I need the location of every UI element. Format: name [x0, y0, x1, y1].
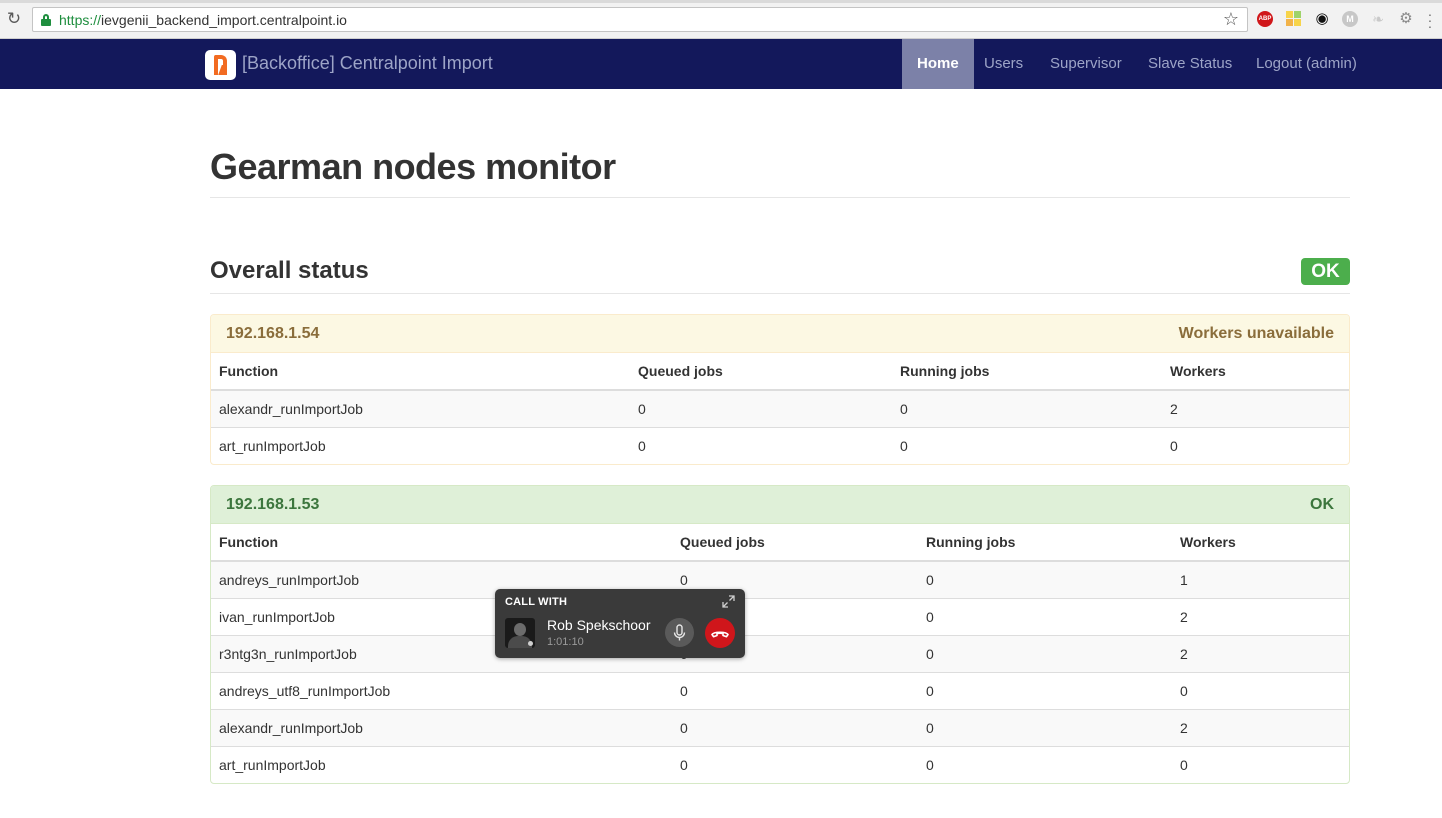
cell-queued-jobs: 0 — [672, 671, 918, 709]
address-bar[interactable]: https://ievgenii_backend_import.centralp… — [32, 7, 1248, 32]
functions-table: Function Queued jobs Running jobs Worker… — [211, 524, 1349, 783]
top-navbar: [Backoffice] Centralpoint Import Home Us… — [0, 39, 1442, 89]
lock-icon — [41, 14, 51, 26]
cell-function: art_runImportJob — [211, 745, 672, 783]
cell-running-jobs: 0 — [918, 708, 1172, 746]
gear-extension-icon[interactable]: ⚙ — [1398, 11, 1414, 27]
caller-name: Rob Spekschoor — [547, 617, 651, 633]
node-status: OK — [1310, 496, 1334, 513]
cell-function: art_runImportJob — [211, 426, 630, 464]
table-row: art_runImportJob 0 0 0 — [211, 745, 1349, 783]
cell-running-jobs: 0 — [918, 745, 1172, 783]
call-label: CALL WITH — [505, 596, 568, 608]
caller-avatar — [505, 618, 535, 648]
nav-users[interactable]: Users — [969, 39, 1038, 89]
tab-strip-edge — [0, 0, 1442, 3]
adblock-extension-icon[interactable]: ABP — [1257, 11, 1273, 27]
url-scheme: https:// — [59, 12, 102, 28]
nav-home[interactable]: Home — [902, 39, 974, 89]
overall-status-title: Overall status — [210, 257, 369, 284]
microphone-icon — [673, 624, 686, 641]
cell-workers: 0 — [1172, 671, 1349, 709]
hang-up-button[interactable] — [705, 618, 735, 648]
node-panel-heading: 192.168.1.53 OK — [211, 486, 1349, 524]
nav-slave-status[interactable]: Slave Status — [1133, 39, 1247, 89]
column-header-function: Function — [211, 524, 672, 562]
hang-up-icon — [711, 631, 729, 638]
table-row: alexandr_runImportJob 0 0 2 — [211, 390, 1349, 427]
cell-function: alexandr_runImportJob — [211, 708, 672, 746]
cell-queued-jobs: 0 — [630, 426, 892, 464]
call-duration: 1:01:10 — [547, 636, 584, 648]
cell-running-jobs: 0 — [892, 390, 1162, 427]
browser-toolbar: ↻ https://ievgenii_backend_import.centra… — [0, 0, 1442, 39]
cell-function: andreys_utf8_runImportJob — [211, 671, 672, 709]
table-row: andreys_utf8_runImportJob 0 0 0 — [211, 671, 1349, 709]
cell-queued-jobs: 0 — [672, 745, 918, 783]
cell-running-jobs: 0 — [918, 597, 1172, 635]
table-row: art_runImportJob 0 0 0 — [211, 426, 1349, 464]
leaf-extension-icon[interactable]: ❧ — [1370, 11, 1386, 27]
section-divider — [210, 293, 1350, 294]
cell-queued-jobs: 0 — [630, 390, 892, 427]
page-title: Gearman nodes monitor — [210, 146, 616, 187]
cell-workers: 0 — [1172, 745, 1349, 783]
column-header-queued-jobs: Queued jobs — [630, 353, 892, 391]
url-text[interactable]: https://ievgenii_backend_import.centralp… — [59, 12, 347, 28]
brand-name[interactable]: [Backoffice] Centralpoint Import — [242, 53, 493, 74]
m-extension-icon[interactable]: M — [1342, 11, 1358, 27]
column-header-workers: Workers — [1162, 353, 1349, 391]
node-host: 192.168.1.54 — [226, 325, 320, 342]
functions-table: Function Queued jobs Running jobs Worker… — [211, 353, 1349, 464]
node-panel-heading: 192.168.1.54 Workers unavailable — [211, 315, 1349, 353]
column-header-function: Function — [211, 353, 630, 391]
cell-workers: 2 — [1162, 390, 1349, 427]
cell-workers: 2 — [1172, 597, 1349, 635]
column-header-running-jobs: Running jobs — [892, 353, 1162, 391]
column-header-queued-jobs: Queued jobs — [672, 524, 918, 562]
cell-running-jobs: 0 — [918, 671, 1172, 709]
cell-workers: 2 — [1172, 634, 1349, 672]
column-header-workers: Workers — [1172, 524, 1349, 562]
reload-icon[interactable]: ↻ — [4, 9, 24, 29]
cell-workers: 0 — [1162, 426, 1349, 464]
cell-running-jobs: 0 — [918, 561, 1172, 598]
star-icon[interactable]: ☆ — [1223, 9, 1239, 30]
call-widget[interactable]: CALL WITH Rob Spekschoor 1:01:10 — [495, 589, 745, 658]
overall-status-badge: OK — [1301, 258, 1350, 285]
node-status: Workers unavailable — [1178, 325, 1334, 342]
cell-workers: 1 — [1172, 561, 1349, 598]
cell-queued-jobs: 0 — [672, 708, 918, 746]
node-host: 192.168.1.53 — [226, 496, 320, 513]
mute-button[interactable] — [665, 618, 694, 647]
table-row: r3ntg3n_runImportJob 0 0 2 — [211, 634, 1349, 672]
colorful-extension-icon[interactable] — [1286, 11, 1302, 27]
title-divider — [210, 197, 1350, 198]
browser-menu-icon[interactable]: · · · — [1426, 7, 1434, 33]
column-header-running-jobs: Running jobs — [918, 524, 1172, 562]
url-host: ievgenii_backend_import.centralpoint.io — [101, 12, 347, 28]
node-panel-192-168-1-53: 192.168.1.53 OK Function Queued jobs Run… — [210, 485, 1350, 784]
expand-icon[interactable] — [722, 595, 735, 608]
table-header-row: Function Queued jobs Running jobs Worker… — [211, 353, 1349, 391]
table-header-row: Function Queued jobs Running jobs Worker… — [211, 524, 1349, 562]
table-row: alexandr_runImportJob 0 0 2 — [211, 708, 1349, 746]
cell-function: alexandr_runImportJob — [211, 390, 630, 427]
node-panel-192-168-1-54: 192.168.1.54 Workers unavailable Functio… — [210, 314, 1350, 465]
brand-logo-icon[interactable] — [205, 50, 236, 80]
cell-running-jobs: 0 — [892, 426, 1162, 464]
nav-logout[interactable]: Logout (admin) — [1241, 39, 1372, 89]
eye-extension-icon[interactable]: ◉ — [1314, 11, 1330, 27]
table-row: ivan_runImportJob 0 0 2 — [211, 597, 1349, 635]
cell-running-jobs: 0 — [918, 634, 1172, 672]
nav-supervisor[interactable]: Supervisor — [1035, 39, 1137, 89]
table-row: andreys_runImportJob 0 0 1 — [211, 561, 1349, 598]
cell-workers: 2 — [1172, 708, 1349, 746]
